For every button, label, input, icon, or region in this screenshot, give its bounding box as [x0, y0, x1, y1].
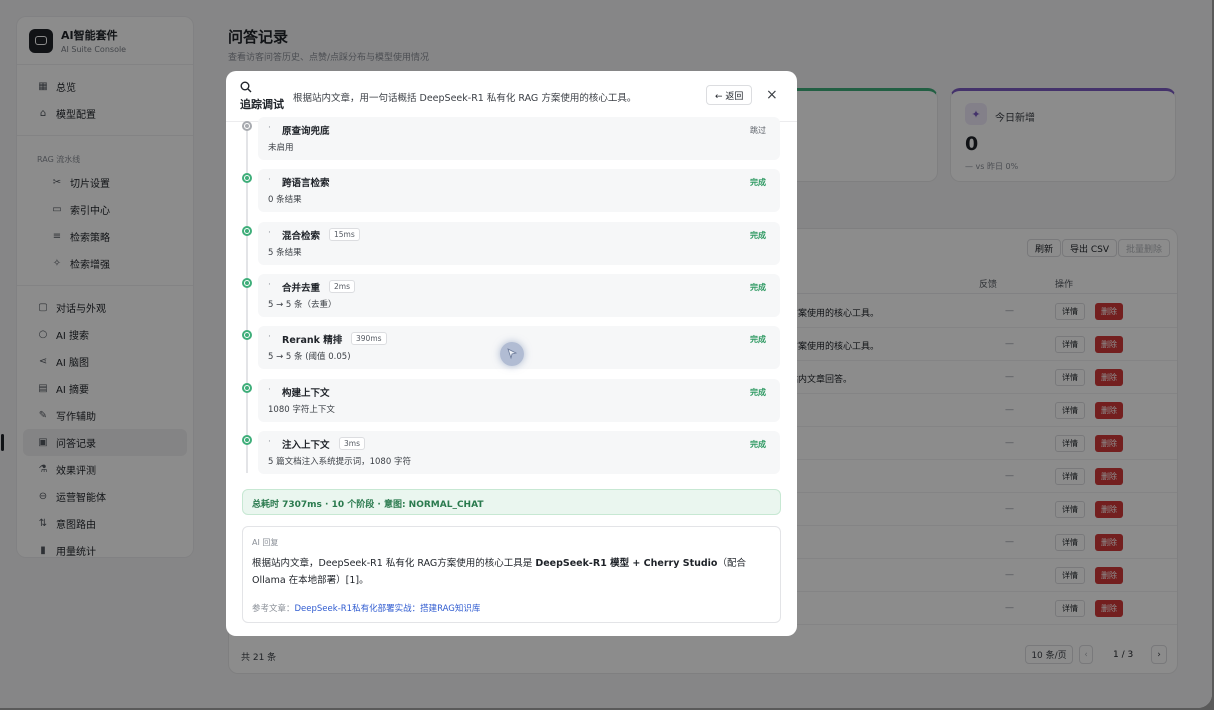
check-dot-icon — [242, 330, 252, 341]
stage-status: 完成 — [750, 178, 766, 188]
stage-description: 0 条结果 — [268, 195, 302, 206]
stage-description: 未启用 — [268, 143, 294, 153]
stage-description: 5 → 5 条 (阈值 0.05) — [268, 352, 351, 363]
stage-duration-badge: 2ms — [329, 279, 355, 293]
app-window: AI智能套件 AI Suite Console ▦ 总览 ⌂ 模型配置 RAG 流水… — [0, 0, 1212, 708]
stage-duration-badge: 390ms — [351, 332, 387, 346]
close-icon[interactable]: × — [766, 87, 778, 103]
answer-text: 根据站内文章，DeepSeek-R1 私有化 RAG方案使用的核心工具是 Dee… — [252, 558, 746, 586]
stage-name: 合并去重 — [282, 282, 321, 294]
stage-name: 构建上下文 — [282, 387, 330, 399]
stage-description: 5 篇文档注入系统提示词，1080 字符 — [268, 456, 411, 467]
stage-status: 完成 — [750, 282, 766, 292]
answer-reference: 参考文章：DeepSeek-R1私有化部署实战：搭建RAG知识库 — [252, 604, 481, 614]
trace-stage: · 注入上下文 3ms 5 篇文档注入系统提示词，1080 字符 完成 — [242, 430, 780, 474]
modal-query: 根据站内文章，用一句话概括 DeepSeek-R1 私有化 RAG 方案使用的核… — [293, 93, 637, 104]
check-dot-icon — [242, 382, 252, 393]
search-icon — [240, 81, 252, 96]
modal-header: 追踪调试 根据站内文章，用一句话概括 DeepSeek-R1 私有化 RAG 方… — [226, 71, 797, 122]
stage-bullet: · — [268, 123, 271, 133]
stage-bullet: · — [268, 175, 271, 186]
stage-name: 注入上下文 — [282, 439, 330, 451]
stage-bullet: · — [268, 279, 271, 290]
stage-bullet: · — [268, 332, 271, 343]
stage-description: 1080 字符上下文 — [268, 404, 335, 415]
stage-duration-badge: 3ms — [339, 436, 365, 450]
stage-bullet: · — [268, 227, 271, 238]
cursor-icon — [500, 342, 524, 366]
check-dot-icon — [242, 225, 252, 236]
stage-name: 混合检索 — [282, 230, 321, 242]
stage-status: 跳过 — [750, 126, 766, 135]
stage-description: 5 条结果 — [268, 247, 302, 258]
answer-label: AI 回复 — [252, 538, 279, 547]
ai-answer-card: AI 回复 根据站内文章，DeepSeek-R1 私有化 RAG方案使用的核心工… — [242, 526, 781, 623]
reference-link[interactable]: DeepSeek-R1私有化部署实战：搭建RAG知识库 — [295, 604, 481, 614]
stage-status: 完成 — [750, 387, 766, 397]
back-button[interactable]: ← 返回 — [706, 85, 753, 105]
stage-description: 5 → 5 条（去重） — [268, 299, 337, 310]
stage-status: 完成 — [750, 439, 766, 449]
trace-stage: · 构建上下文 1080 字符上下文 完成 — [242, 378, 780, 422]
stage-bullet: · — [268, 436, 271, 447]
trace-stage: · 跨语言检索 0 条结果 完成 — [242, 169, 780, 213]
check-dot-icon — [242, 434, 252, 445]
trace-stage: · 混合检索 15ms 5 条结果 完成 — [242, 221, 780, 265]
stage-status: 完成 — [750, 335, 766, 345]
skip-dot-icon — [242, 121, 252, 131]
trace-stage: · 合并去重 2ms 5 → 5 条（去重） 完成 — [242, 273, 780, 317]
check-dot-icon — [242, 277, 252, 288]
stage-duration-badge: 15ms — [329, 227, 360, 241]
stage-bullet: · — [268, 384, 271, 395]
trace-summary: 总耗时 7307ms · 10 个阶段 · 意图: NORMAL_CHAT — [242, 489, 781, 515]
stage-name: 原查询兜底 — [282, 126, 330, 137]
check-dot-icon — [242, 173, 252, 184]
stage-name: 跨语言检索 — [282, 178, 330, 190]
modal-title: 追踪调试 — [240, 98, 284, 111]
trace-stage: · 原查询兜底未启用 跳过 — [242, 117, 780, 160]
stage-status: 完成 — [750, 230, 766, 240]
stage-name: Rerank 精排 — [282, 335, 343, 347]
